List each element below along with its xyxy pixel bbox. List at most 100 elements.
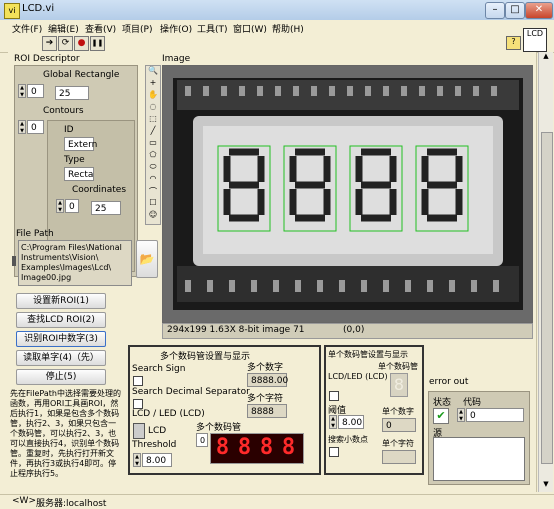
file-path-field[interactable]: C:\Program Files\National Instruments\Vi… xyxy=(18,240,132,286)
coordinates-index-stepper[interactable]: ▲ ▼ xyxy=(56,199,64,213)
image-info-bar: 294x199 1.63X 8-bit image 71 (0,0) xyxy=(162,323,533,339)
pan-tool-icon[interactable]: ✋ xyxy=(146,90,160,102)
line-tool-icon[interactable]: ╱ xyxy=(146,126,160,138)
instruction-line: 管。重复时，先执行打开新文 xyxy=(10,449,114,458)
multi-digit-group: 多个数码管设置与显示 Search Sign Search Decimal Se… xyxy=(128,345,321,475)
id-value[interactable]: Extern xyxy=(64,137,97,151)
type-value[interactable]: Recta xyxy=(64,167,94,181)
id-label: ID xyxy=(64,125,74,135)
coordinates-value[interactable]: 25 xyxy=(91,201,121,215)
menu-view[interactable]: 查看(V) xyxy=(85,22,116,35)
single-char-label: 单个字符 xyxy=(382,439,414,448)
single-threshold-value[interactable]: 8.00 xyxy=(338,415,364,429)
global-index-stepper[interactable]: ▲ ▼ xyxy=(18,84,26,98)
context-help-icon[interactable]: ? xyxy=(506,36,521,50)
pause-icon[interactable]: ❚❚ xyxy=(90,36,105,51)
search-decimal-checkbox[interactable] xyxy=(133,399,143,409)
browse-folder-button[interactable]: 📂 xyxy=(136,240,158,278)
menu-window[interactable]: 窗口(W) xyxy=(233,22,267,35)
status-ok-icon: ✔ xyxy=(433,408,449,424)
search-sign-checkbox[interactable] xyxy=(133,376,143,386)
vi-icon: vi xyxy=(4,3,20,19)
seven-segment-digit: 8 xyxy=(259,435,274,460)
set-new-roi-button[interactable]: 设置新ROI(1) xyxy=(16,293,106,309)
vi-connector-icon: LCD xyxy=(523,28,547,52)
global-index[interactable]: 0 xyxy=(27,84,44,98)
multi-number-value: 8888.00 xyxy=(247,373,288,387)
context-indicator: <W> xyxy=(12,496,36,506)
maximize-button[interactable]: □ xyxy=(505,2,525,19)
lcd-led-switch[interactable] xyxy=(133,423,145,439)
abort-icon[interactable]: ● xyxy=(74,36,89,51)
error-out-label: error out xyxy=(429,377,469,387)
freehand-tool-icon[interactable]: ⌒ xyxy=(146,186,160,198)
close-button[interactable]: ✕ xyxy=(525,2,553,19)
contours-index[interactable]: 0 xyxy=(27,120,44,134)
window-title: LCD.vi xyxy=(22,3,55,14)
menu-file[interactable]: 文件(F) xyxy=(12,22,42,35)
scroll-up-icon[interactable]: ▲ xyxy=(539,52,553,64)
minimize-button[interactable]: – xyxy=(485,2,505,19)
coordinates-index[interactable]: 0 xyxy=(65,199,79,213)
rectangle-tool-icon[interactable]: ▭ xyxy=(146,138,160,150)
contours-index-stepper[interactable]: ▲ ▼ xyxy=(18,120,26,134)
vertical-scrollbar[interactable]: ▲ ▼ xyxy=(538,52,553,492)
zoom-tool-icon[interactable]: 🔍 xyxy=(146,66,160,78)
recognize-roi-digits-button[interactable]: 识别ROI中数字(3) xyxy=(16,331,106,347)
run-arrow-icon[interactable]: ➔ xyxy=(42,36,57,51)
seven-segment-digit: 8 xyxy=(215,435,230,460)
contours-label: Contours xyxy=(43,106,84,116)
toolbar: ➔ ⟳ ● ❚❚ xyxy=(0,35,554,53)
menu-tools[interactable]: 工具(T) xyxy=(197,22,228,35)
polygon-tool-icon[interactable]: ⬠ xyxy=(146,150,160,162)
global-rectangle-value[interactable]: 25 xyxy=(55,86,89,100)
front-panel: ROI Descriptor Global Rectangle ▲ ▼ 0 25 … xyxy=(8,52,537,492)
seven-segment-digit: 8 xyxy=(237,435,252,460)
image-label: Image xyxy=(162,54,191,64)
single-lcd-led-label: LCD/LED (LCD) xyxy=(328,372,388,381)
image-info: 294x199 1.63X 8-bit image 71 xyxy=(167,325,305,335)
annulus-tool-icon[interactable]: ☐ xyxy=(146,198,160,210)
read-single-digit-button[interactable]: 读取单字(4)（先） xyxy=(16,350,106,366)
single-threshold-stepper[interactable]: ▲ ▼ xyxy=(329,415,337,429)
oval-tool-icon[interactable]: ⬭ xyxy=(146,162,160,174)
multi-seven-segment-display: 8 8 8 8 xyxy=(210,433,304,464)
find-lcd-roi-button[interactable]: 查找LCD ROI(2) xyxy=(16,312,106,328)
instruction-line: 件，再执行3或执行4即可。停 xyxy=(10,459,117,468)
menu-help[interactable]: 帮助(H) xyxy=(272,22,304,35)
arc-tool-icon[interactable]: ◠ xyxy=(146,174,160,186)
decimal-search-checkbox[interactable] xyxy=(329,447,339,457)
rotated-rect-tool-icon[interactable]: ☺ xyxy=(146,210,160,222)
threshold-stepper[interactable]: ▲ ▼ xyxy=(133,453,141,467)
point-tool-icon[interactable]: ◌ xyxy=(146,102,160,114)
menu-operate[interactable]: 操作(O) xyxy=(160,22,192,35)
error-out-cluster: 状态 代码 ✔ ▲ ▼ 0 源 xyxy=(428,391,530,485)
file-path-control: C:\Program Files\National Instruments\Vi… xyxy=(12,240,134,288)
lcd-led-label: LCD / LED (LCD) xyxy=(132,409,205,419)
single-seven-segment-display: 8 xyxy=(390,373,408,397)
scroll-down-icon[interactable]: ▼ xyxy=(539,480,553,492)
menu-project[interactable]: 项目(P) xyxy=(122,22,152,35)
run-continuous-icon[interactable]: ⟳ xyxy=(58,36,73,51)
error-status-label: 状态 xyxy=(433,398,452,408)
error-code-stepper[interactable]: ▲ ▼ xyxy=(457,408,465,422)
error-code-value: 0 xyxy=(466,408,524,422)
crosshair-tool-icon[interactable]: + xyxy=(146,78,160,90)
instruction-line: 可以直接执行4，识别单个数码 xyxy=(10,439,120,448)
single-lcd-led-checkbox[interactable] xyxy=(329,391,339,401)
file-path-line: C:\Program Files\National xyxy=(21,243,122,252)
menu-edit[interactable]: 编辑(E) xyxy=(48,22,79,35)
stop-button[interactable]: 停止(5) xyxy=(16,369,106,385)
file-path-line: Examples\Images\Lcd\ xyxy=(21,263,112,272)
decimal-search-label: 搜索小数点 xyxy=(328,435,368,444)
multi-digits-index: 0 xyxy=(196,433,208,447)
image-display[interactable] xyxy=(162,65,533,323)
threshold-label: Threshold xyxy=(132,440,177,450)
threshold-value[interactable]: 8.00 xyxy=(142,453,172,467)
selection-tool-icon[interactable]: ⬚ xyxy=(146,114,160,126)
scroll-thumb[interactable] xyxy=(541,132,553,464)
title-bar: vi LCD.vi – □ ✕ xyxy=(0,0,554,21)
instructions-text: 先在FilePath中选择需要处理的 函数，再用ORI工具画ROI，然 后执行1… xyxy=(10,389,132,479)
file-path-line: Image00.jpg xyxy=(21,273,72,282)
multi-digit-title: 多个数码管设置与显示 xyxy=(160,352,251,362)
